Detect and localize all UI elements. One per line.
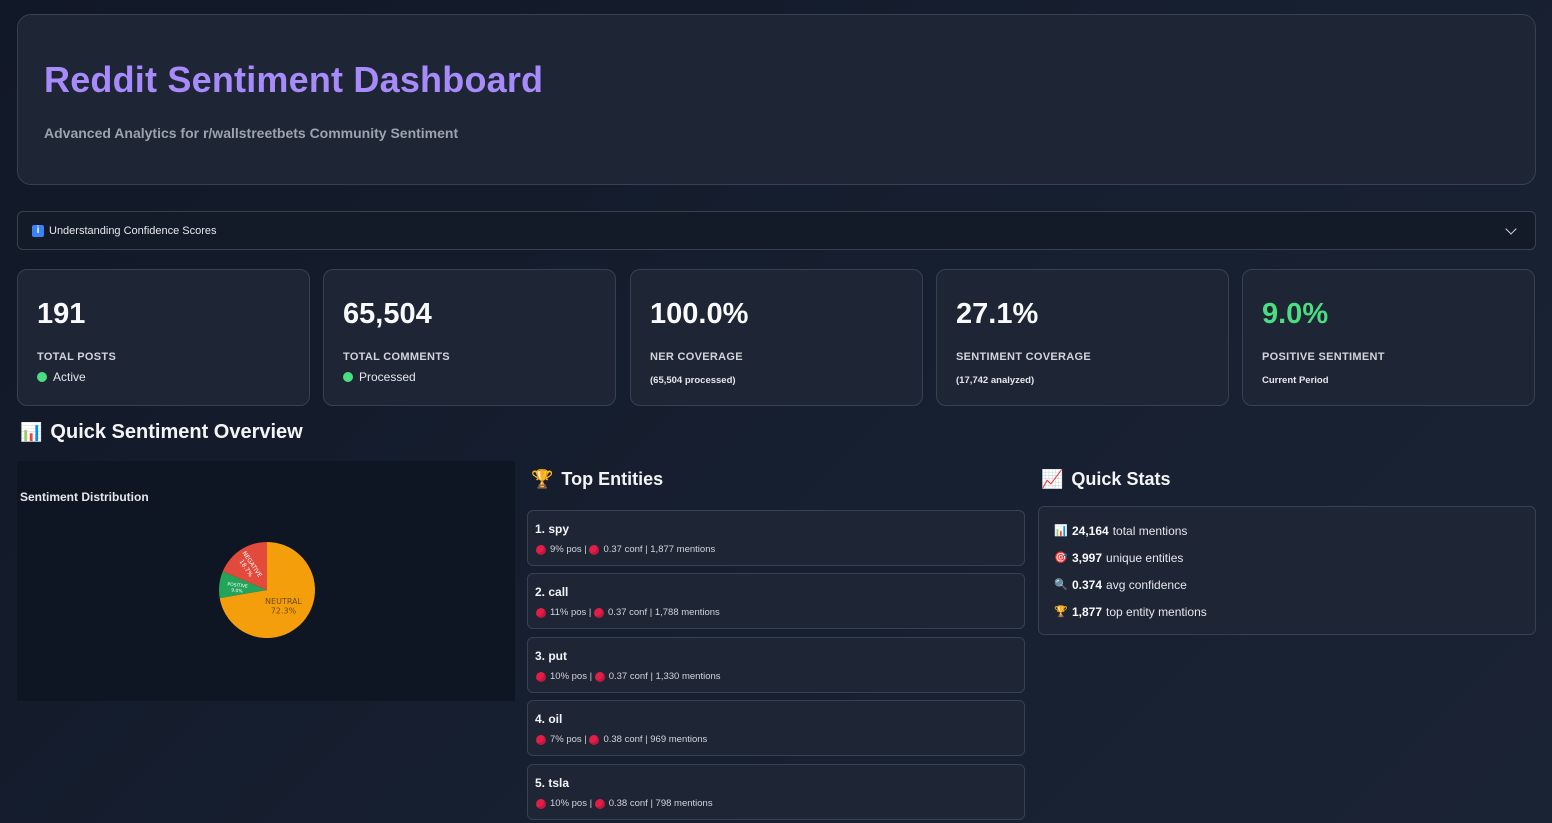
dashboard-header: Reddit Sentiment Dashboard Advanced Anal…: [17, 14, 1536, 185]
entity-meta: 10% pos | 0.38 conf | 798 mentions: [536, 798, 713, 809]
metric-value: 27.1%: [956, 298, 1039, 330]
entity-pos: 10% pos |: [550, 671, 593, 682]
metric-label: TOTAL COMMENTS: [343, 351, 450, 363]
entity-stats: 0.38 conf | 969 mentions: [603, 734, 708, 745]
metric-value: 100.0%: [650, 298, 749, 330]
entity-meta: 9% pos | 0.37 conf | 1,877 mentions: [536, 544, 715, 555]
chart-title: Sentiment Distribution: [20, 490, 149, 504]
metric-status-text: Active: [53, 370, 86, 384]
stat-text: avg confidence: [1106, 578, 1187, 592]
stat-text: top entity mentions: [1106, 605, 1207, 619]
status-dot-icon: [343, 372, 353, 382]
metric-subtext: Current Period: [1262, 375, 1329, 386]
entity-pos: 9% pos |: [550, 544, 587, 555]
stat-total-mentions: 📊 24,164 total mentions: [1054, 524, 1187, 538]
stats-section-title: 📈 Quick Stats: [1041, 469, 1170, 490]
bar-chart-icon: 📊: [1054, 525, 1068, 537]
stat-value: 3,997: [1072, 551, 1103, 565]
stat-value: 1,877: [1072, 605, 1103, 619]
metric-value: 191: [37, 298, 86, 330]
metric-label: POSITIVE SENTIMENT: [1262, 351, 1385, 363]
metric-label: TOTAL POSTS: [37, 351, 117, 363]
sentiment-chart-panel[interactable]: Sentiment Distribution NEUTRAL 72.3% POSIT…: [17, 461, 515, 701]
info-icon: i: [32, 224, 44, 237]
quick-stats-box: 📊 24,164 total mentions 🎯 3,997 unique entit…: [1038, 506, 1536, 635]
entity-meta: 7% pos | 0.38 conf | 969 mentions: [536, 734, 707, 745]
trophy-icon: 🏆: [531, 469, 554, 489]
metric-label: NER COVERAGE: [650, 351, 743, 363]
entity-stats: 0.37 conf | 1,877 mentions: [603, 544, 716, 555]
trend-chart-icon: 📈: [1041, 469, 1064, 489]
entity-meta: 10% pos | 0.37 conf | 1,330 mentions: [536, 671, 721, 682]
entities-section-title: 🏆 Top Entities: [531, 469, 663, 490]
metric-label: SENTIMENT COVERAGE: [956, 351, 1091, 363]
stat-text: unique entities: [1106, 551, 1184, 565]
metric-card-positive-sentiment: 9.0% POSITIVE SENTIMENT Current Period: [1242, 269, 1535, 406]
sentiment-dot-icon: [536, 798, 546, 809]
sentiment-pie-chart[interactable]: NEUTRAL 72.3%POSITIVE9.0%NEGATIVE18.7%: [217, 540, 317, 640]
entity-card: 4. oil 7% pos | 0.38 conf | 969 mentions: [527, 700, 1025, 756]
entity-stats: 0.38 conf | 798 mentions: [608, 798, 713, 809]
entity-card: 1. spy 9% pos | 0.37 conf | 1,877 mentio…: [527, 510, 1025, 566]
entity-meta: 11% pos | 0.37 conf | 1,788 mentions: [536, 607, 720, 618]
entity-pos: 11% pos |: [550, 607, 592, 618]
entity-name: 3. put: [535, 649, 567, 663]
entity-stats: 0.37 conf | 1,788 mentions: [608, 607, 720, 618]
sentiment-dot-icon: [536, 607, 546, 618]
metric-value: 9.0%: [1262, 298, 1329, 330]
confidence-dot-icon: [594, 798, 605, 809]
page-title: Reddit Sentiment Dashboard: [44, 59, 544, 100]
trophy-icon: 🏆: [1054, 606, 1068, 618]
sentiment-dot-icon: [536, 734, 546, 745]
metric-card-ner-coverage: 100.0% NER COVERAGE (65,504 processed): [630, 269, 923, 406]
stat-avg-confidence: 🔍 0.374 avg confidence: [1054, 578, 1187, 592]
page-subtitle: Advanced Analytics for r/wallstreetbets …: [44, 125, 459, 141]
overview-title-text: Quick Sentiment Overview: [50, 421, 303, 443]
metric-value: 65,504: [343, 298, 432, 330]
confidence-scores-expander[interactable]: i Understanding Confidence Scores: [17, 211, 1536, 250]
stat-value: 24,164: [1072, 524, 1109, 538]
stat-text: total mentions: [1112, 524, 1188, 538]
magnifier-icon: 🔍: [1054, 579, 1068, 591]
stat-top-entity-mentions: 🏆 1,877 top entity mentions: [1054, 605, 1207, 619]
sentiment-dot-icon: [536, 544, 546, 555]
entities-title-text: Top Entities: [561, 469, 664, 489]
metric-card-sentiment-coverage: 27.1% SENTIMENT COVERAGE (17,742 analyze…: [936, 269, 1229, 406]
stat-value: 0.374: [1072, 578, 1103, 592]
entity-pos: 10% pos |: [550, 798, 593, 809]
metric-card-total-comments: 65,504 TOTAL COMMENTS Processed: [323, 269, 616, 406]
entity-card: 2. call 11% pos | 0.37 conf | 1,788 ment…: [527, 573, 1025, 629]
entity-name: 5. tsla: [535, 776, 570, 790]
entity-card: 3. put 10% pos | 0.37 conf | 1,330 menti…: [527, 637, 1025, 693]
metric-status: Processed: [343, 370, 416, 384]
entity-stats: 0.37 conf | 1,330 mentions: [608, 671, 721, 682]
chevron-down-icon[interactable]: [1505, 222, 1517, 235]
metric-subtext: (65,504 processed): [650, 375, 736, 386]
confidence-dot-icon: [594, 607, 605, 618]
metric-status: Active: [37, 370, 86, 384]
bar-chart-icon: 📊: [20, 422, 43, 442]
confidence-dot-icon: [594, 671, 605, 682]
sentiment-dot-icon: [536, 671, 546, 682]
confidence-dot-icon: [589, 544, 600, 555]
entity-name: 1. spy: [535, 522, 570, 536]
overview-section-title: 📊 Quick Sentiment Overview: [20, 421, 303, 444]
entity-card: 5. tsla 10% pos | 0.38 conf | 798 mentio…: [527, 764, 1025, 820]
target-icon: 🎯: [1054, 552, 1068, 564]
status-dot-icon: [37, 372, 47, 382]
metric-subtext: (17,742 analyzed): [956, 375, 1035, 386]
expander-label: Understanding Confidence Scores: [49, 224, 217, 237]
confidence-dot-icon: [589, 734, 600, 745]
entity-pos: 7% pos |: [550, 734, 587, 745]
stats-title-text: Quick Stats: [1071, 469, 1171, 489]
stat-unique-entities: 🎯 3,997 unique entities: [1054, 551, 1183, 565]
metric-status-text: Processed: [359, 370, 416, 384]
entity-name: 4. oil: [535, 712, 563, 726]
metric-card-total-posts: 191 TOTAL POSTS Active: [17, 269, 310, 406]
entity-name: 2. call: [535, 585, 569, 599]
